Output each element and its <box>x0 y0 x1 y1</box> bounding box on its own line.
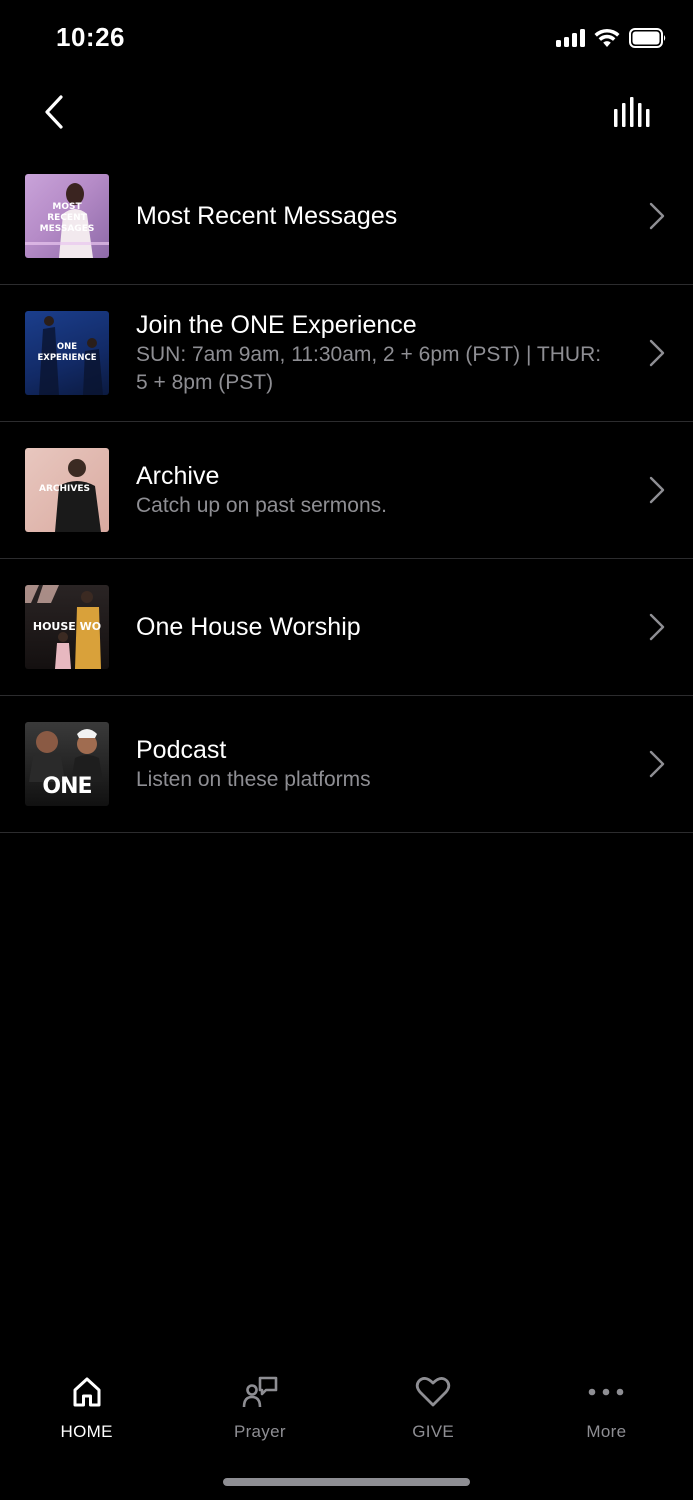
thumbnail-caption: ONE <box>42 774 92 799</box>
thumbnail-caption: ARCHIVES <box>39 484 90 494</box>
archive-thumbnail: ARCHIVES <box>25 448 109 532</box>
podcast-thumbnail: ONE <box>25 722 109 806</box>
chevron-right-icon <box>649 613 665 641</box>
status-time: 10:26 <box>56 22 125 52</box>
status-bar: 10:26 <box>0 0 693 80</box>
one-house-worship-thumbnail: HOUSE WO <box>25 585 109 669</box>
one-experience-thumbnail: ONE EXPERIENCE <box>25 311 109 395</box>
status-icons <box>556 28 667 48</box>
home-icon <box>69 1374 105 1410</box>
tab-give[interactable]: GIVE <box>347 1360 520 1460</box>
thumbnail-caption: ONE EXPERIENCE <box>37 342 97 363</box>
chevron-right-icon <box>649 202 665 230</box>
tab-bar: HOME Prayer GIVE More <box>0 1360 693 1460</box>
tab-home[interactable]: HOME <box>0 1360 173 1460</box>
audio-player-button[interactable] <box>613 96 653 128</box>
list-item-title: Archive <box>136 462 220 490</box>
chevron-left-icon <box>45 95 63 129</box>
list-item-text: Most Recent Messages <box>136 200 613 232</box>
equalizer-icon <box>614 97 650 127</box>
list-item-title: One House Worship <box>136 613 361 641</box>
back-button[interactable] <box>38 92 70 132</box>
tab-label: Prayer <box>233 1422 286 1441</box>
list-item-text: Podcast Listen on these platforms <box>136 734 613 794</box>
thumbnail-caption: HOUSE WO <box>32 621 102 632</box>
chevron-right-icon <box>649 476 665 504</box>
list-item-subtitle: Listen on these platforms <box>136 768 371 791</box>
tab-prayer[interactable]: Prayer <box>173 1360 346 1460</box>
more-dots-icon <box>588 1374 624 1410</box>
thumbnail-caption: MOST RECENT MESSAGES <box>39 202 95 234</box>
nav-bar <box>0 80 693 144</box>
list-item-subtitle: Catch up on past sermons. <box>136 494 387 517</box>
chevron-right-icon <box>649 750 665 778</box>
tab-label: More <box>586 1422 627 1441</box>
tab-label: GIVE <box>412 1422 455 1441</box>
list-item-archive[interactable]: ARCHIVES Archive Catch up on past sermon… <box>0 422 693 559</box>
list-item-most-recent-messages[interactable]: MOST RECENT MESSAGES Most Recent Message… <box>0 148 693 285</box>
list-item-one-house-worship[interactable]: HOUSE WO One House Worship <box>0 559 693 696</box>
content-list: MOST RECENT MESSAGES Most Recent Message… <box>0 148 693 833</box>
list-item-text: Archive Catch up on past sermons. <box>136 460 613 520</box>
list-item-podcast[interactable]: ONE Podcast Listen on these platforms <box>0 696 693 833</box>
list-item-text: One House Worship <box>136 611 613 643</box>
list-item-subtitle: SUN: 7am 9am, 11:30am, 2 + 6pm (PST) | T… <box>136 343 602 394</box>
list-item-title: Join the ONE Experience <box>136 311 417 339</box>
home-indicator <box>223 1478 470 1486</box>
prayer-icon <box>242 1374 278 1410</box>
most-recent-messages-thumbnail: MOST RECENT MESSAGES <box>25 174 109 258</box>
list-item-title: Most Recent Messages <box>136 202 398 230</box>
list-item-text: Join the ONE Experience SUN: 7am 9am, 11… <box>136 309 613 397</box>
cellular-signal-icon <box>556 29 585 47</box>
list-item-title: Podcast <box>136 736 227 764</box>
battery-icon <box>629 28 666 48</box>
tab-more[interactable]: More <box>520 1360 693 1460</box>
tab-label: HOME <box>60 1422 113 1441</box>
heart-icon <box>415 1374 451 1410</box>
chevron-right-icon <box>649 339 665 367</box>
wifi-icon <box>594 28 620 47</box>
list-item-join-one-experience[interactable]: ONE EXPERIENCE Join the ONE Experience S… <box>0 285 693 422</box>
